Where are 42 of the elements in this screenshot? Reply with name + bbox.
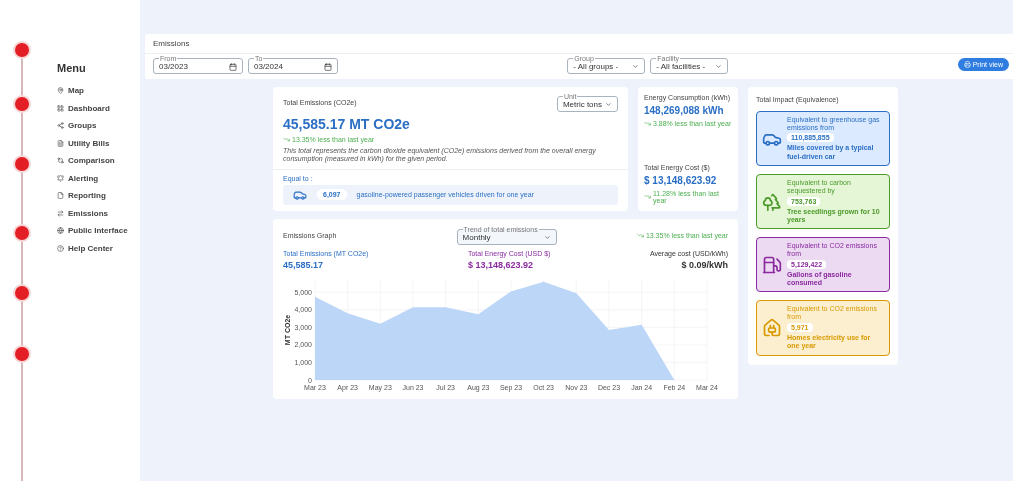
caret-icon [632,63,640,70]
file-icon [57,192,64,200]
sidebar-item[interactable]: Reporting [57,189,128,203]
sidebar-item[interactable]: Comparison [57,154,128,168]
caret-icon [543,233,551,241]
tree-icon [762,191,782,212]
sidebar-item[interactable]: Alerting [57,171,128,185]
trend-down-icon [644,120,651,127]
printer-icon [963,61,971,68]
sidebar-item[interactable]: Utility Bills [57,136,128,150]
document-icon [57,139,64,147]
calendar-icon [324,62,332,71]
stat-value: $ 0.09/kWh [681,259,728,270]
nodes-icon [57,122,64,130]
menu-title: Menu [57,62,87,74]
trend-down-icon [283,136,290,143]
sidebar-item[interactable]: Help Center [57,241,128,255]
compare-icon [57,157,64,165]
stat-value: $ 13,148,623.92 [467,259,533,270]
stat-value: 45,585.17 [283,259,324,270]
pin-icon [57,87,64,95]
sidebar-item[interactable]: Groups [57,119,128,133]
trend-down-icon [636,231,644,239]
sidebar-item[interactable]: Emissions [57,206,128,220]
bell-icon [57,174,64,182]
metric-value: 148,269,088 kWh [644,105,725,116]
arrows-icon [57,209,64,217]
sidebar-item[interactable]: Map [57,84,128,98]
globe-icon [57,227,64,235]
panel-title: Emissions [145,34,1013,54]
metric-value: $ 13,148,623.92 [644,174,718,186]
emissions-value: 45,585.17 MT CO2e [283,116,411,132]
calendar-icon [229,62,237,71]
grid-icon [57,104,64,112]
caret-icon [605,101,612,108]
sidebar-item[interactable]: Dashboard [57,101,128,115]
home-icon [762,318,782,339]
sidebar-item[interactable]: Public Interface [57,224,128,238]
fuel-icon [762,254,782,275]
help-icon [57,244,64,252]
caret-icon [715,63,723,70]
trend-down-icon [644,193,651,201]
